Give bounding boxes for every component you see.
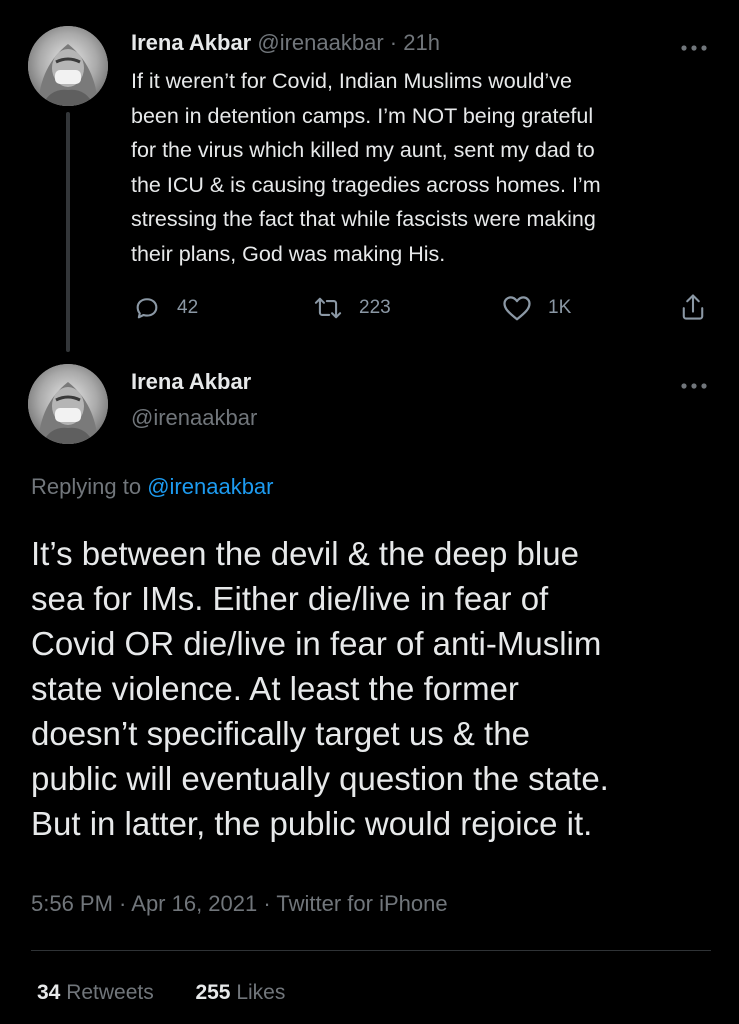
- parent-author-name[interactable]: Irena Akbar: [131, 30, 251, 55]
- main-author-name[interactable]: Irena Akbar: [131, 369, 251, 395]
- main-handle[interactable]: @irenaakbar: [131, 405, 257, 431]
- text-line: doesn’t specifically target us & the: [31, 715, 530, 752]
- text-line: Covid OR die/live in fear of anti-Muslim: [31, 625, 602, 662]
- likes-label: Likes: [236, 981, 286, 1004]
- text-line: But in latter, the public would rejoice …: [31, 805, 593, 842]
- replying-to: Replying to @irenaakbar: [31, 474, 274, 500]
- reply-count: 42: [177, 297, 199, 318]
- main-avatar[interactable]: [28, 364, 108, 444]
- parent-time[interactable]: 21h: [403, 30, 440, 55]
- like-button[interactable]: 1K: [502, 294, 571, 322]
- thread-line: [66, 112, 70, 352]
- engagement-stats: 34 Retweets 255 Likes: [37, 981, 285, 1005]
- share-icon: [682, 294, 704, 320]
- like-total: 255: [195, 981, 231, 1004]
- likes-link[interactable]: 255 Likes: [195, 981, 285, 1004]
- replying-prefix: Replying to: [31, 474, 142, 499]
- like-count: 1K: [548, 297, 572, 318]
- like-icon: [503, 296, 531, 321]
- parent-handle[interactable]: @irenaakbar: [257, 30, 383, 55]
- tweet-timestamp[interactable]: 5:56 PM · Apr 16, 2021 · Twitter for iPh…: [31, 891, 448, 917]
- retweets-label: Retweets: [66, 981, 154, 1004]
- replying-mention-link[interactable]: @irenaakbar: [147, 474, 273, 499]
- text-line: the ICU & is causing tragedies across ho…: [131, 172, 601, 197]
- main-tweet-text: It’s between the devil & the deep blue s…: [31, 531, 721, 846]
- text-line: for the virus which killed my aunt, sent…: [131, 138, 595, 162]
- separator: ·: [389, 30, 398, 55]
- divider: [31, 950, 711, 951]
- retweets-link[interactable]: 34 Retweets: [37, 981, 154, 1004]
- text-line: It’s between the devil & the deep blue: [31, 535, 579, 572]
- retweet-icon: [314, 297, 342, 319]
- text-line: state violence. At least the former: [31, 670, 519, 707]
- parent-tweet-text: If it weren’t for Covid, Indian Muslims …: [131, 64, 721, 271]
- retweet-button[interactable]: 223: [313, 294, 391, 322]
- retweet-total: 34: [37, 981, 61, 1004]
- text-line: public will eventually question the stat…: [31, 760, 609, 797]
- text-line: stressing the fact that while fascists w…: [131, 207, 596, 231]
- main-more-icon[interactable]: [679, 378, 709, 389]
- parent-header: Irena Akbar @irenaakbar · 21h: [131, 30, 440, 56]
- text-line: sea for IMs. Either die/live in fear of: [31, 580, 549, 617]
- more-icon[interactable]: [679, 40, 709, 51]
- parent-avatar[interactable]: [28, 26, 108, 106]
- retweet-count: 223: [359, 297, 391, 318]
- share-button[interactable]: [679, 292, 707, 322]
- text-line: their plans, God was making His.: [131, 241, 446, 266]
- text-line: been in detention camps. I’m NOT being g…: [131, 103, 594, 128]
- reply-icon: [136, 298, 158, 319]
- text-line: If it weren’t for Covid, Indian Muslims …: [131, 69, 572, 93]
- reply-button[interactable]: 42: [133, 294, 198, 322]
